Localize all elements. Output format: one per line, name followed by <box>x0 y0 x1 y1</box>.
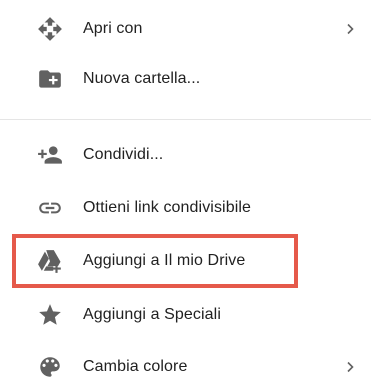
chevron-right-icon <box>343 360 357 374</box>
menu-item-label: Aggiungi a Speciali <box>83 306 221 323</box>
menu-item-label: Nuova cartella... <box>83 70 201 87</box>
menu-item-label: Ottieni link condivisibile <box>83 199 252 216</box>
palette-icon <box>34 351 66 383</box>
menu-item-new-folder[interactable]: Nuova cartella... <box>0 59 371 99</box>
menu-item-label: Condividi... <box>83 146 164 163</box>
menu-item-add-to-starred[interactable]: Aggiungi a Speciali <box>0 295 371 335</box>
context-menu: Apri con Nuova cartella... Condividi... … <box>0 0 371 379</box>
new-folder-icon <box>34 63 66 95</box>
chevron-right-icon <box>343 22 357 36</box>
move-arrows-icon <box>34 13 66 45</box>
highlight-box <box>12 234 298 288</box>
menu-item-label: Apri con <box>83 20 143 37</box>
menu-item-label: Cambia colore <box>83 358 188 375</box>
menu-item-share[interactable]: Condividi... <box>0 135 371 175</box>
menu-divider <box>0 119 371 120</box>
menu-item-open-with[interactable]: Apri con <box>0 9 371 49</box>
menu-item-change-color[interactable]: Cambia colore <box>0 347 371 387</box>
link-icon <box>34 192 66 224</box>
person-add-icon <box>34 139 66 171</box>
menu-item-get-link[interactable]: Ottieni link condivisibile <box>0 188 371 228</box>
star-icon <box>34 299 66 331</box>
